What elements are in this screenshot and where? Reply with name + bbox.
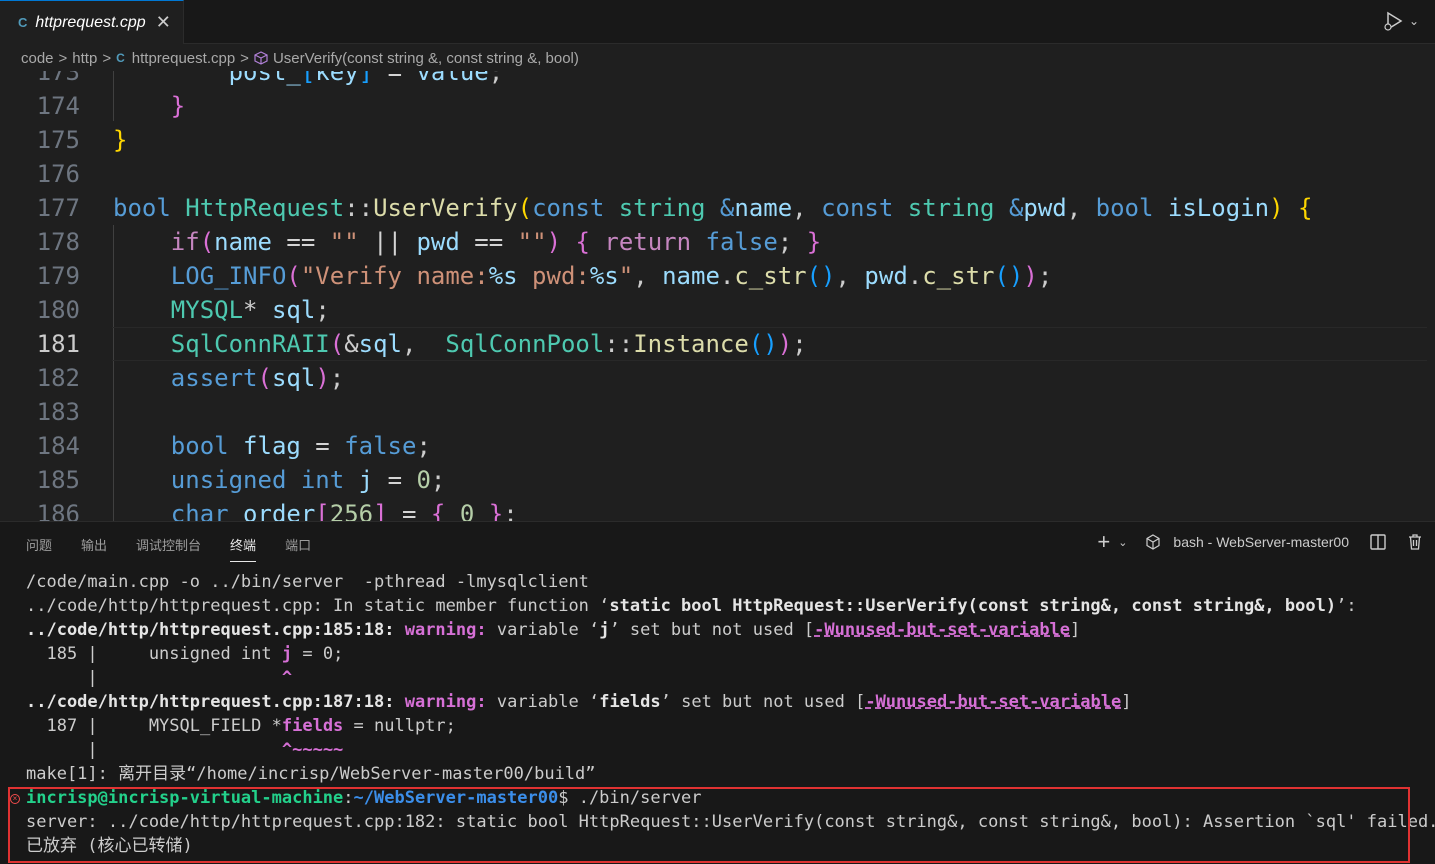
- breadcrumb-separator: >: [102, 49, 112, 67]
- line-number: 174: [36, 92, 80, 120]
- code-line[interactable]: 176: [0, 157, 1435, 191]
- terminal-line: | ^: [26, 668, 293, 688]
- terminal-line: ../code/http/httprequest.cpp:187:18: war…: [26, 692, 1132, 712]
- terminal-line: | ^~~~~~: [26, 740, 344, 760]
- tab-output[interactable]: 输出: [81, 535, 107, 554]
- code-text: char order[256] = { 0 };: [170, 500, 518, 521]
- code-line[interactable]: 175 }: [0, 123, 1435, 157]
- terminal-line: 187 | MYSQL_FIELD *fields = nullptr;: [26, 716, 456, 736]
- breadcrumb-item-file[interactable]: httprequest.cpp: [132, 50, 235, 67]
- code-line[interactable]: 177 bool HttpRequest::UserVerify(const s…: [0, 191, 1435, 225]
- breadcrumb-item-code[interactable]: code: [21, 50, 54, 67]
- breadcrumb-item-symbol[interactable]: UserVerify(const string &, const string …: [273, 50, 579, 67]
- code-text: if(name == "" || pwd == "") { return fal…: [170, 228, 822, 256]
- terminal-line: make[1]: 离开目录“/home/incrisp/WebServer-ma…: [26, 764, 596, 784]
- tab-debug-console[interactable]: 调试控制台: [136, 535, 201, 554]
- line-number: 186: [36, 500, 80, 521]
- line-number: 179: [36, 262, 80, 290]
- line-number: 183: [36, 398, 80, 426]
- bottom-panel: 问题 输出 调试控制台 终端 端口 + ⌄ bash - WebServer-m…: [0, 521, 1435, 864]
- code-text: LOG_INFO("Verify name:%s pwd:%s", name.c…: [170, 262, 1053, 290]
- cpp-file-icon: C: [18, 15, 28, 30]
- line-number-active: 181: [36, 330, 80, 358]
- code-line[interactable]: 174 }: [0, 89, 1435, 123]
- code-text: unsigned int j = 0;: [170, 466, 446, 494]
- line-number: 176: [36, 160, 80, 188]
- code-line[interactable]: 182 assert(sql);: [0, 361, 1435, 395]
- code-line[interactable]: 173 post_[key] = value;: [0, 71, 1435, 89]
- code-line[interactable]: 186 char order[256] = { 0 };: [0, 497, 1435, 521]
- editor-tab-bar: C httprequest.cpp ✕ ⌄: [0, 0, 1435, 44]
- highlight-box: [8, 787, 1410, 863]
- tab-title: httprequest.cpp: [35, 13, 146, 31]
- chevron-down-icon[interactable]: ⌄: [1118, 536, 1127, 549]
- terminal-line: /code/main.cpp -o ../bin/server -pthread…: [26, 572, 589, 592]
- code-line-current[interactable]: 181 SqlConnRAII(&sql, SqlConnPool::Insta…: [0, 327, 1435, 361]
- code-text: post_[key] = value;: [228, 71, 504, 86]
- tab-ports[interactable]: 端口: [285, 535, 311, 554]
- code-text: }: [170, 92, 186, 120]
- breadcrumb-separator: >: [58, 49, 68, 67]
- line-number: 180: [36, 296, 80, 324]
- new-terminal-button[interactable]: +: [1097, 531, 1110, 553]
- code-text: SqlConnRAII(&sql, SqlConnPool::Instance(…: [170, 330, 807, 358]
- code-line[interactable]: 179 LOG_INFO("Verify name:%s pwd:%s", na…: [0, 259, 1435, 293]
- code-text: bool flag = false;: [170, 432, 431, 460]
- cpp-file-icon: C: [116, 51, 125, 65]
- line-number: 185: [36, 466, 80, 494]
- line-number: 184: [36, 432, 80, 460]
- run-debug-button[interactable]: ⌄: [1383, 10, 1419, 32]
- trash-icon[interactable]: [1407, 533, 1423, 551]
- breadcrumb: code > http > C httprequest.cpp > UserVe…: [0, 45, 1435, 71]
- breadcrumb-item-http[interactable]: http: [72, 50, 97, 67]
- chevron-down-icon[interactable]: ⌄: [1409, 14, 1419, 28]
- code-text: assert(sql);: [170, 364, 345, 392]
- line-number: 182: [36, 364, 80, 392]
- tab-terminal[interactable]: 终端: [230, 535, 257, 562]
- code-text: }: [113, 126, 128, 154]
- breadcrumb-separator: >: [240, 49, 249, 67]
- terminal-instance-label[interactable]: bash - WebServer-master00: [1173, 534, 1349, 550]
- code-line[interactable]: 183: [0, 395, 1435, 429]
- line-number: 173: [36, 71, 80, 86]
- code-line[interactable]: 185 unsigned int j = 0;: [0, 463, 1435, 497]
- terminal-line: ../code/http/httprequest.cpp: In static …: [26, 596, 1357, 616]
- code-line[interactable]: 184 bool flag = false;: [0, 429, 1435, 463]
- tab-httprequest-cpp[interactable]: C httprequest.cpp ✕: [0, 0, 184, 44]
- line-number: 177: [36, 194, 80, 222]
- split-terminal-icon[interactable]: [1369, 533, 1387, 551]
- code-text: bool HttpRequest::UserVerify(const strin…: [113, 194, 1313, 222]
- terminal-cube-icon: [1146, 534, 1161, 550]
- panel-actions: + ⌄ bash - WebServer-master00: [1097, 531, 1423, 553]
- terminal-line: ../code/http/httprequest.cpp:185:18: war…: [26, 620, 1081, 640]
- code-editor[interactable]: 173 post_[key] = value; 174 } 175 } 176 …: [0, 71, 1435, 521]
- line-number: 175: [36, 126, 80, 154]
- run-debug-icon: [1384, 11, 1403, 31]
- code-text: MYSQL* sql;: [170, 296, 330, 324]
- tab-problems[interactable]: 问题: [26, 535, 52, 554]
- terminal-line: 185 | unsigned int j = 0;: [26, 644, 344, 664]
- code-line[interactable]: 178 if(name == "" || pwd == "") { return…: [0, 225, 1435, 259]
- code-line[interactable]: 180 MYSQL* sql;: [0, 293, 1435, 327]
- line-number: 178: [36, 228, 80, 256]
- close-icon[interactable]: ✕: [156, 12, 171, 33]
- method-cube-icon: [254, 51, 268, 65]
